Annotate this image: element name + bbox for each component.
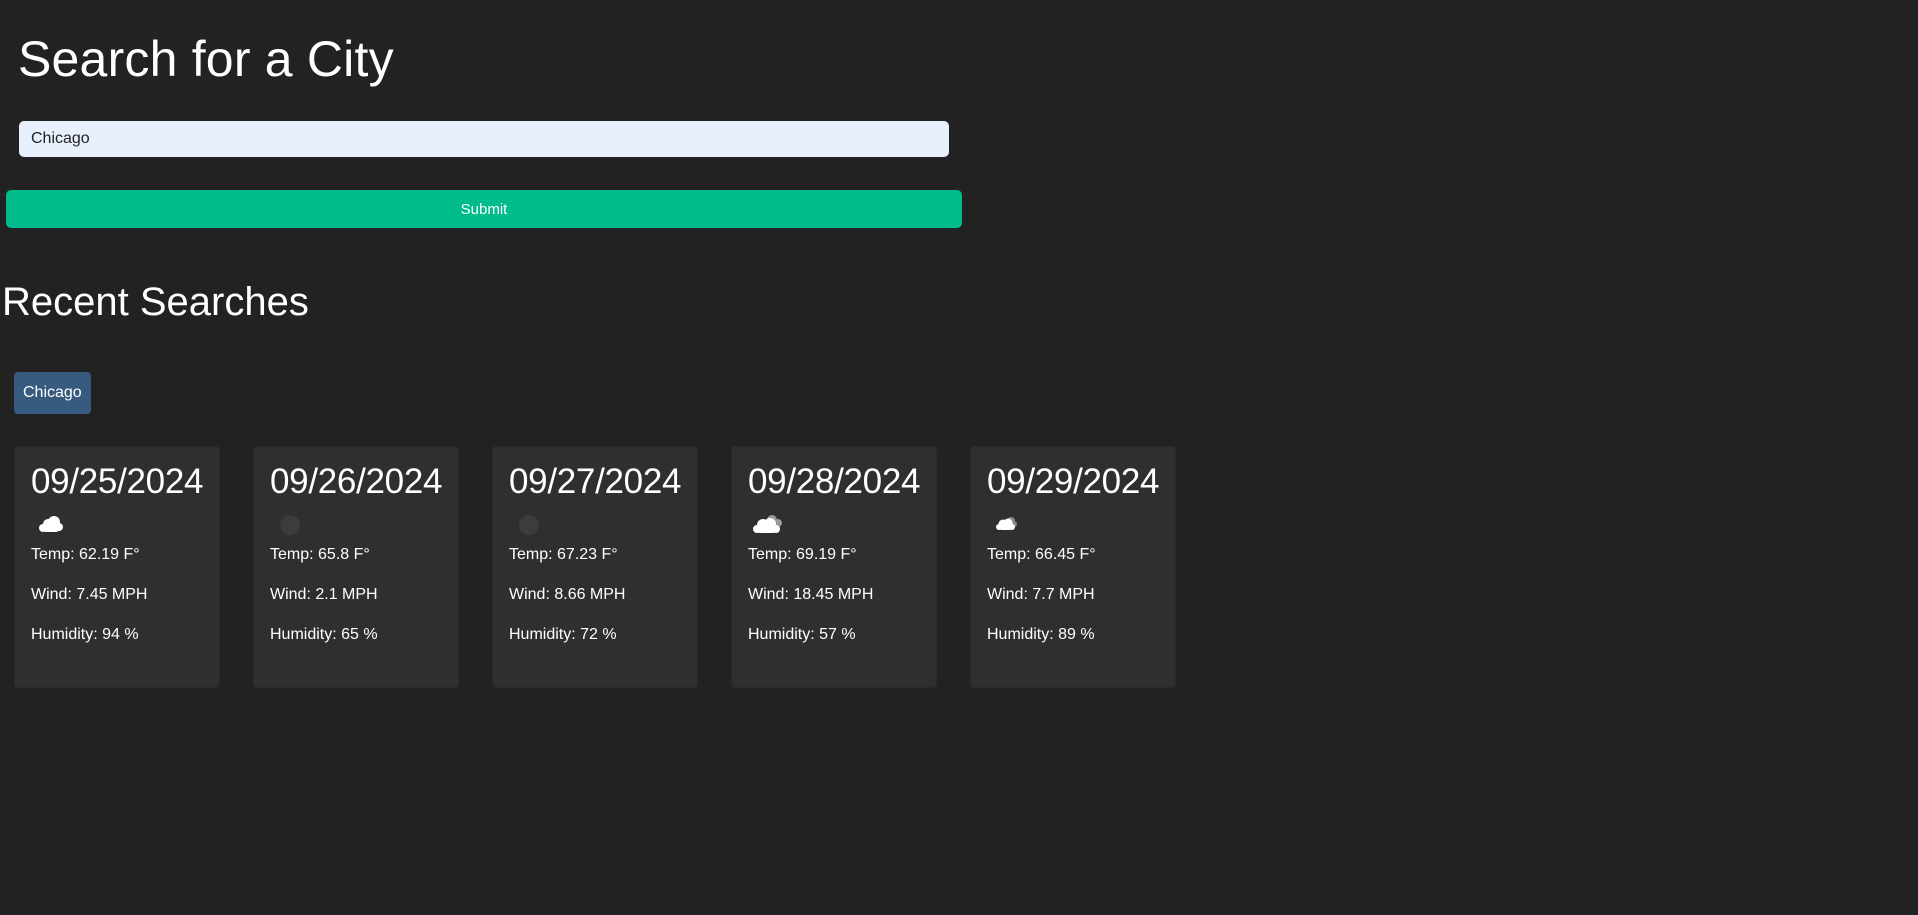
recent-searches-title: Recent Searches: [2, 280, 309, 324]
clear-icon: [280, 515, 300, 535]
forecast-wind: Wind: 18.45 MPH: [748, 586, 874, 603]
cloud-icon: [39, 516, 63, 532]
clear-icon: [519, 515, 539, 535]
forecast-humidity: Humidity: 72 %: [509, 626, 617, 643]
forecast-card: 09/26/2024 Temp: 65.8 F° Wind: 2.1 MPH H…: [253, 446, 459, 688]
forecast-temp: Temp: 69.19 F°: [748, 546, 857, 563]
forecast-row: 09/25/2024 Temp: 62.19 F° Wind: 7.45 MPH…: [14, 446, 1176, 688]
forecast-wind: Wind: 7.7 MPH: [987, 586, 1095, 603]
forecast-wind: Wind: 2.1 MPH: [270, 586, 378, 603]
broken-clouds-icon: [753, 515, 782, 533]
forecast-temp: Temp: 67.23 F°: [509, 546, 618, 563]
forecast-card: 09/29/2024 Temp: 66.45 F° Wind: 7.7 MPH …: [970, 446, 1176, 688]
forecast-date: 09/27/2024: [509, 462, 682, 501]
forecast-card: 09/25/2024 Temp: 62.19 F° Wind: 7.45 MPH…: [14, 446, 220, 688]
recent-search-button[interactable]: Chicago: [14, 372, 91, 414]
forecast-temp: Temp: 62.19 F°: [31, 546, 140, 563]
submit-button[interactable]: Submit: [6, 190, 962, 228]
recent-searches-list: Chicago: [14, 372, 91, 414]
city-search-input[interactable]: [19, 121, 949, 157]
forecast-date: 09/28/2024: [748, 462, 921, 501]
forecast-card: 09/27/2024 Temp: 67.23 F° Wind: 8.66 MPH…: [492, 446, 698, 688]
forecast-wind: Wind: 8.66 MPH: [509, 586, 626, 603]
forecast-date: 09/29/2024: [987, 462, 1160, 501]
forecast-humidity: Humidity: 89 %: [987, 626, 1095, 643]
forecast-wind: Wind: 7.45 MPH: [31, 586, 148, 603]
forecast-date: 09/25/2024: [31, 462, 204, 501]
forecast-card: 09/28/2024 Temp: 69.19 F° Wind: 18.45 MP…: [731, 446, 937, 688]
forecast-date: 09/26/2024: [270, 462, 443, 501]
forecast-humidity: Humidity: 94 %: [31, 626, 139, 643]
forecast-humidity: Humidity: 65 %: [270, 626, 378, 643]
forecast-temp: Temp: 65.8 F°: [270, 546, 370, 563]
forecast-humidity: Humidity: 57 %: [748, 626, 856, 643]
page-title: Search for a City: [18, 31, 394, 87]
scattered-clouds-icon: [996, 517, 1017, 530]
forecast-temp: Temp: 66.45 F°: [987, 546, 1096, 563]
